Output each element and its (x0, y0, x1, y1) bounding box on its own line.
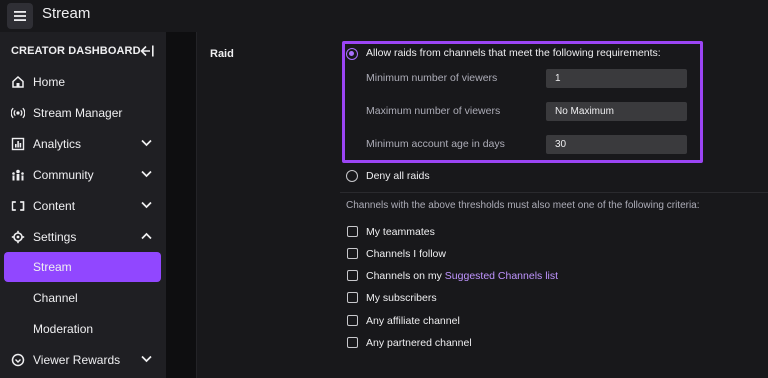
sidebar-item-stream[interactable]: Stream (4, 252, 161, 282)
rewards-icon (11, 353, 25, 367)
sidebar-item-label: Stream (33, 260, 72, 274)
min-account-age-input[interactable] (546, 135, 687, 154)
sidebar-item-settings[interactable]: Settings (0, 222, 166, 252)
chevron-down-icon (141, 201, 152, 209)
sidebar-item-channel[interactable]: Channel (0, 283, 166, 313)
sidebar-item-analytics[interactable]: Analytics (0, 129, 166, 159)
chevron-up-icon (141, 232, 152, 240)
hamburger-icon (14, 11, 26, 21)
analytics-icon (11, 137, 25, 151)
my-teammates-checkbox[interactable] (347, 226, 358, 237)
sidebar-header: CREATOR DASHBOARD (11, 45, 141, 57)
min-viewers-input[interactable] (546, 69, 687, 88)
allow-raids-radio[interactable] (346, 48, 358, 60)
collapse-sidebar-icon[interactable] (140, 45, 154, 57)
criteria-label: Channels I follow (366, 248, 446, 260)
sidebar-item-content[interactable]: Content (0, 191, 166, 221)
sidebar-item-label: Stream Manager (33, 106, 123, 120)
sidebar-item-label: Channel (33, 291, 78, 305)
any-partnered-checkbox[interactable] (347, 337, 358, 348)
criteria-label: Any affiliate channel (366, 315, 460, 327)
suggested-channels-link[interactable]: Suggested Channels list (445, 270, 558, 282)
any-affiliate-checkbox[interactable] (347, 315, 358, 326)
sidebar-item-label: Analytics (33, 137, 82, 151)
criteria-intro: Channels with the above thresholds must … (346, 200, 700, 211)
suggested-channels-checkbox[interactable] (347, 270, 358, 281)
min-account-age-label: Minimum account age in days (366, 138, 505, 150)
sidebar-item-label: Home (33, 75, 66, 89)
my-subscribers-checkbox[interactable] (347, 292, 358, 303)
allow-raids-label: Allow raids from channels that meet the … (366, 47, 661, 59)
home-icon (12, 75, 24, 88)
criteria-label: Any partnered channel (366, 337, 472, 349)
sidebar-item-home[interactable]: Home (0, 67, 166, 97)
content-icon (11, 200, 25, 212)
deny-raids-label: Deny all raids (366, 170, 430, 182)
criteria-label: My subscribers (366, 292, 437, 304)
sidebar-item-label: Settings (33, 230, 77, 244)
chevron-down-icon (141, 355, 152, 363)
max-viewers-input[interactable] (546, 102, 687, 121)
sidebar: CREATOR DASHBOARD Home Stream Manager An… (0, 32, 166, 378)
chevron-down-icon (141, 139, 152, 147)
section-divider (340, 192, 768, 193)
sidebar-item-viewer-rewards[interactable]: Viewer Rewards (0, 345, 166, 375)
criteria-label-wrapper: Channels on my Suggested Channels list (366, 270, 558, 282)
community-icon (12, 169, 24, 181)
top-bar: Stream (0, 0, 768, 32)
criteria-label: My teammates (366, 226, 435, 238)
sidebar-item-label: Viewer Rewards (33, 353, 121, 367)
raid-settings-panel: Raid Allow raids from channels that meet… (197, 32, 768, 378)
gear-icon (11, 230, 25, 244)
sidebar-item-moderation[interactable]: Moderation (0, 314, 166, 344)
sidebar-item-label: Community (33, 168, 94, 182)
hamburger-menu-button[interactable] (7, 3, 33, 29)
page-title: Stream (42, 5, 91, 22)
content-gutter (166, 32, 196, 378)
criteria-label: Channels on my (366, 270, 445, 282)
sidebar-item-stream-manager[interactable]: Stream Manager (0, 98, 166, 128)
sidebar-item-community[interactable]: Community (0, 160, 166, 190)
broadcast-icon (11, 107, 25, 119)
deny-raids-radio[interactable] (346, 170, 358, 182)
channels-i-follow-checkbox[interactable] (347, 248, 358, 259)
max-viewers-label: Maximum number of viewers (366, 105, 501, 117)
sidebar-item-label: Content (33, 199, 76, 213)
raid-section-label: Raid (210, 48, 234, 60)
sidebar-item-label: Moderation (33, 322, 94, 336)
chevron-down-icon (141, 170, 152, 178)
min-viewers-label: Minimum number of viewers (366, 72, 498, 84)
